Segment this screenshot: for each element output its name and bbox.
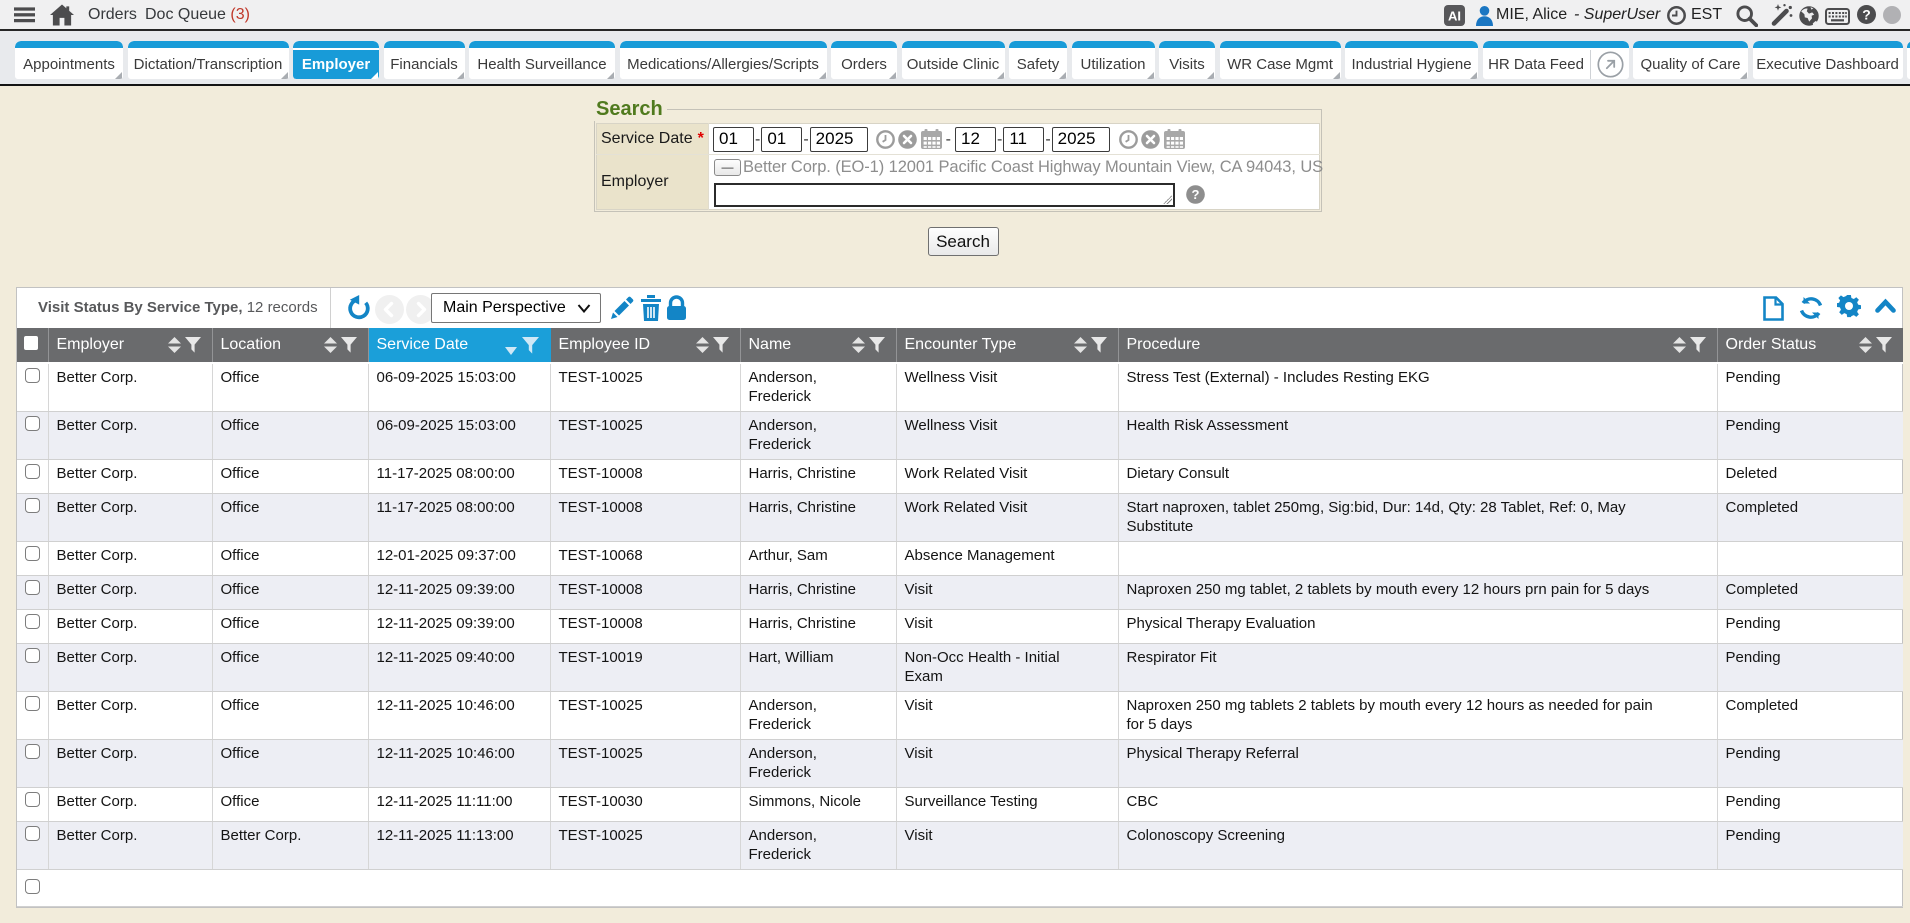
svg-text:?: ? bbox=[1192, 187, 1200, 202]
svg-text:?: ? bbox=[1862, 7, 1871, 23]
svg-text:AI: AI bbox=[1448, 9, 1461, 24]
